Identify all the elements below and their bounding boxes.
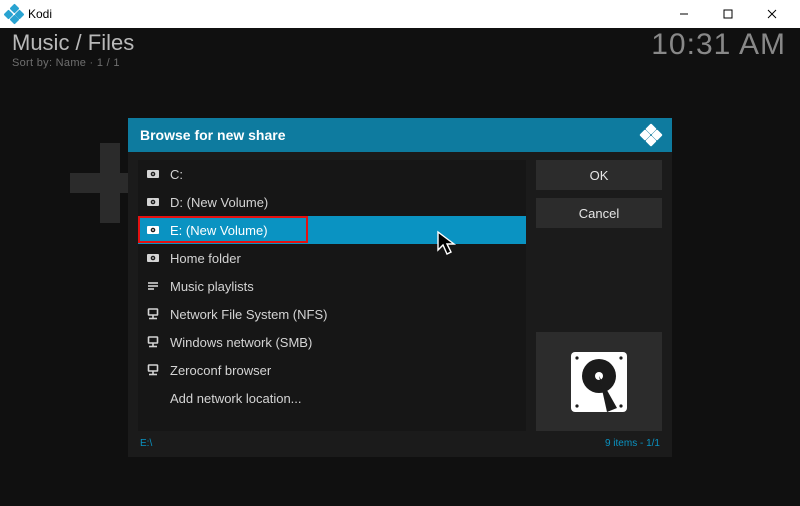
harddrive-icon — [563, 346, 635, 418]
list-item[interactable]: E: (New Volume) — [138, 216, 526, 244]
footer-item-count: 9 items - 1/1 — [605, 438, 660, 449]
list-item[interactable]: Home folder — [138, 244, 526, 272]
network-icon — [146, 363, 160, 377]
none-icon — [146, 391, 160, 405]
kodi-logo-icon — [642, 126, 660, 144]
ok-button[interactable]: OK — [536, 160, 662, 190]
footer-current-path: E:\ — [140, 438, 152, 449]
network-icon — [146, 335, 160, 349]
list-item[interactable]: Windows network (SMB) — [138, 328, 526, 356]
browse-dialog: Browse for new share C: D: (New Volume) E:… — [128, 118, 672, 457]
list-item-label: Windows network (SMB) — [170, 335, 312, 350]
drive-icon — [146, 223, 160, 237]
source-list[interactable]: C: D: (New Volume) E: (New Volume) Home fol… — [138, 160, 526, 431]
list-item-label: Add network location... — [170, 391, 302, 406]
kodi-app-icon — [6, 6, 22, 22]
cancel-button[interactable]: Cancel — [536, 198, 662, 228]
list-item[interactable]: D: (New Volume) — [138, 188, 526, 216]
list-item[interactable]: Add network location... — [138, 384, 526, 412]
network-icon — [146, 307, 160, 321]
header: Music / Files Sort by: Name · 1 / 1 — [12, 30, 134, 69]
window-close-button[interactable] — [750, 3, 794, 25]
kodi-app-surface: Music / Files Sort by: Name · 1 / 1 10:3… — [0, 28, 800, 506]
list-item[interactable]: Music playlists — [138, 272, 526, 300]
window-title: Kodi — [28, 7, 52, 21]
sort-status: Sort by: Name · 1 / 1 — [12, 57, 134, 69]
drive-icon — [146, 251, 160, 265]
dialog-title: Browse for new share — [140, 127, 286, 143]
window-minimize-button[interactable] — [662, 3, 706, 25]
list-item-label: Music playlists — [170, 279, 254, 294]
list-item-label: Network File System (NFS) — [170, 307, 327, 322]
drive-thumbnail — [536, 332, 662, 431]
list-item[interactable]: Zeroconf browser — [138, 356, 526, 384]
list-item[interactable]: Network File System (NFS) — [138, 300, 526, 328]
list-item[interactable]: C: — [138, 160, 526, 188]
breadcrumb: Music / Files — [12, 30, 134, 56]
drive-icon — [146, 195, 160, 209]
list-item-label: D: (New Volume) — [170, 195, 268, 210]
window-titlebar: Kodi — [0, 0, 800, 28]
drive-icon — [146, 167, 160, 181]
clock: 10:31 AM — [651, 28, 786, 62]
list-item-label: Home folder — [170, 251, 241, 266]
list-item-label: C: — [170, 167, 183, 182]
playlist-icon — [146, 279, 160, 293]
list-item-label: E: (New Volume) — [170, 223, 268, 238]
dialog-footer: E:\ 9 items - 1/1 — [128, 437, 672, 457]
dialog-side-panel: OK Cancel — [536, 160, 662, 431]
window-maximize-button[interactable] — [706, 3, 750, 25]
dialog-titlebar: Browse for new share — [128, 118, 672, 152]
list-item-label: Zeroconf browser — [170, 363, 271, 378]
